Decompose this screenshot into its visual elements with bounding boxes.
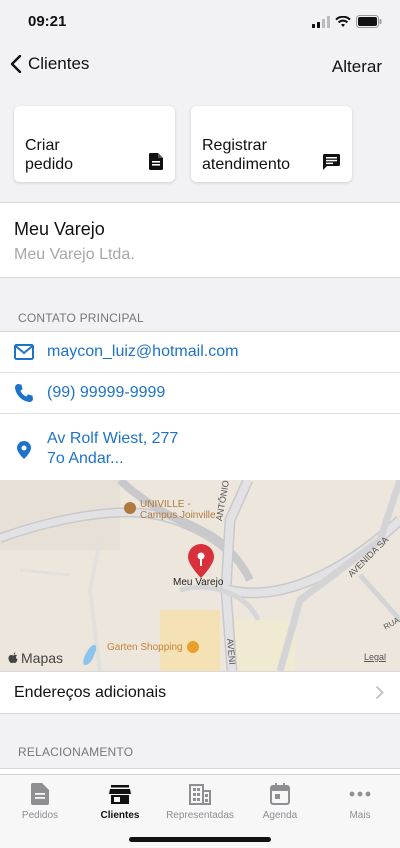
more-icon — [349, 791, 371, 797]
edit-button[interactable]: Alterar — [332, 57, 382, 77]
create-order-button[interactable]: Criar pedido — [14, 106, 175, 182]
map-pin-icon — [188, 544, 214, 578]
document-icon — [31, 783, 49, 805]
contact-list: maycon_luiz@hotmail.com (99) 99999-9999 … — [0, 331, 400, 481]
relationship-section-header: RELACIONAMENTO — [18, 745, 134, 759]
back-button[interactable]: Clientes — [10, 54, 89, 74]
apple-logo-icon — [8, 651, 18, 663]
email-link[interactable]: maycon_luiz@hotmail.com — [47, 342, 238, 362]
document-icon — [149, 153, 163, 170]
additional-addresses-label: Endereços adicionais — [14, 684, 167, 701]
phone-link[interactable]: (99) 99999-9999 — [47, 383, 165, 403]
calendar-icon — [270, 783, 290, 805]
phone-row[interactable]: (99) 99999-9999 — [0, 373, 400, 414]
location-map[interactable]: UNIVILLE - Campus Joinville ANTÔNIO JOÃO… — [0, 480, 400, 671]
tab-mais[interactable]: Mais — [320, 783, 400, 821]
address-row[interactable]: Av Rolf Wiest, 277 7o Andar... — [0, 414, 400, 481]
status-icons — [312, 15, 382, 28]
location-pin-icon — [17, 441, 31, 459]
store-icon — [109, 785, 131, 804]
tab-clientes[interactable]: Clientes — [80, 783, 160, 821]
register-service-label: Registrar atendimento — [202, 137, 291, 173]
nav-bar: Clientes Alterar — [0, 44, 400, 88]
client-company: Meu Varejo Ltda. — [14, 246, 135, 263]
status-bar: 09:21 — [0, 0, 400, 44]
maps-logo: Mapas — [8, 650, 63, 666]
status-time: 09:21 — [28, 13, 67, 30]
wifi-icon — [335, 15, 351, 27]
chevron-right-icon — [375, 685, 384, 700]
address-link[interactable]: Av Rolf Wiest, 277 7o Andar... — [47, 429, 178, 469]
create-order-label: Criar pedido — [25, 137, 74, 173]
additional-addresses-row[interactable]: Endereços adicionais — [0, 671, 400, 714]
client-header: Meu Varejo Meu Varejo Ltda. — [0, 202, 400, 278]
shopping-bag-icon — [186, 641, 199, 653]
battery-icon — [356, 15, 382, 28]
email-row[interactable]: maycon_luiz@hotmail.com — [0, 332, 400, 373]
home-indicator — [129, 837, 271, 842]
school-icon — [124, 502, 136, 514]
map-legal-link[interactable]: Legal — [364, 652, 386, 662]
tab-representadas[interactable]: Representadas — [160, 783, 240, 821]
contact-section-header: CONTATO PRINCIPAL — [18, 311, 144, 325]
message-icon — [323, 154, 340, 170]
tab-agenda[interactable]: Agenda — [240, 783, 320, 821]
back-button-label: Clientes — [28, 54, 90, 73]
client-name: Meu Varejo — [14, 219, 105, 239]
map-pin-label: Meu Varejo — [173, 577, 224, 588]
register-service-button[interactable]: Registrar atendimento — [191, 106, 352, 182]
signal-icon — [312, 15, 330, 28]
poi-garten-shopping: Garten Shopping — [107, 641, 199, 653]
email-icon — [14, 344, 34, 360]
phone-icon — [15, 384, 33, 402]
tab-pedidos[interactable]: Pedidos — [0, 783, 80, 821]
poi-univille: UNIVILLE - Campus Joinville — [124, 499, 216, 521]
chevron-left-icon — [10, 55, 22, 73]
quick-actions: Criar pedido Registrar atendimento — [0, 88, 400, 202]
building-icon — [189, 784, 211, 805]
